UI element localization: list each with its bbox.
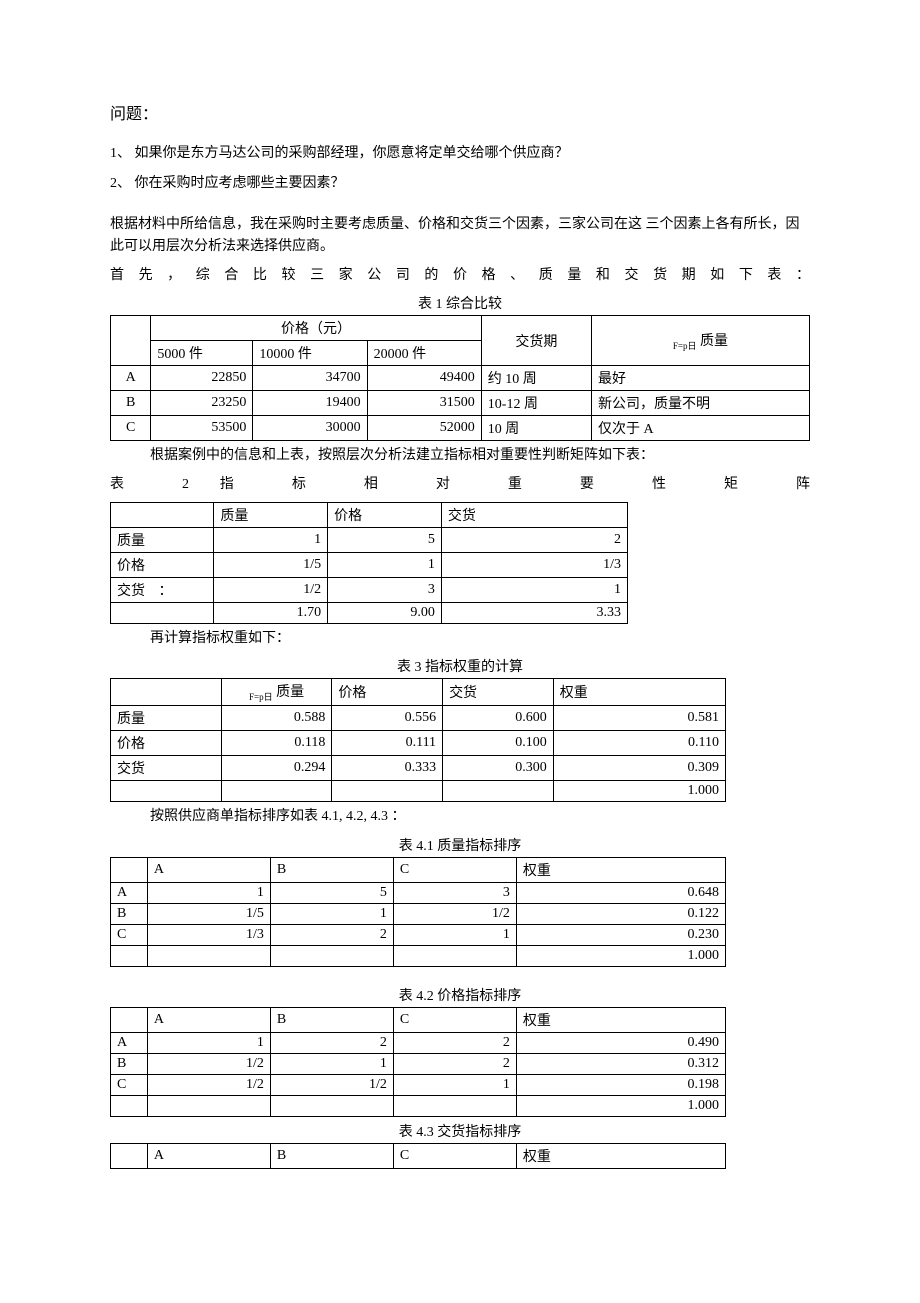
table-row: 价格 1/5 1 1/3 (111, 552, 628, 577)
table2-intro: 根据案例中的信息和上表，按照层次分析法建立指标相对重要性判断矩阵如下表： (110, 445, 810, 467)
table-row: B 1/5 1 1/2 0.122 (111, 903, 726, 924)
table-4-2: A B C 权重 A 1 2 2 0.490 B 1/2 1 2 0.312 C… (110, 1007, 726, 1117)
question-2: 2、 你在采购时应考虑哪些主要因素？ (110, 172, 810, 192)
table-1: 价格（元） 交货期 F=p日 质量 5000 件 10000 件 20000 件… (110, 315, 810, 441)
table3-caption: 表 3 指标权重的计算 (110, 656, 810, 676)
table42-caption: 表 4.2 价格指标排序 (110, 985, 810, 1005)
table1-caption: 表 1 综合比较 (110, 293, 810, 313)
table-row: 交货 0.294 0.333 0.300 0.309 (111, 756, 726, 781)
heading: 问题： (110, 100, 810, 124)
table-row: C 1/3 2 1 0.230 (111, 924, 726, 945)
table3-intro: 再计算指标权重如下： (110, 628, 810, 650)
col-quality: F=p日 质量 (591, 316, 809, 366)
col-10000: 10000 件 (253, 341, 367, 366)
table-row: A 22850 34700 49400 约 10 周 最好 (111, 366, 810, 391)
table-row: 质量 0.588 0.556 0.600 0.581 (111, 706, 726, 731)
col-5000: 5000 件 (151, 341, 253, 366)
table-3: F=p日 质量 价格 交货 权重 质量 0.588 0.556 0.600 0.… (110, 678, 726, 802)
table41-caption: 表 4.1 质量指标排序 (110, 835, 810, 855)
table-row: C 53500 30000 52000 10 周 仅次于 A (111, 416, 810, 441)
intro-paragraph-2: 首 先 ， 综 合 比 较 三 家 公 司 的 价 格 、 质 量 和 交 货 … (110, 265, 810, 287)
table2-title: 表 2 指 标 相 对 重 要 性 矩 阵 (110, 474, 810, 496)
table-row: A 1 2 2 0.490 (111, 1032, 726, 1053)
col-quality: F=p日 质量 (221, 679, 332, 706)
table-4-3: A B C 权重 (110, 1143, 726, 1169)
col-price: 价格（元） (151, 316, 481, 341)
table-row: 交货 1/2 3 1 (111, 577, 628, 602)
intro-paragraph-1: 根据材料中所给信息，我在采购时主要考虑质量、价格和交货三个因素，三家公司在这 三… (110, 214, 810, 259)
col-20000: 20000 件 (367, 341, 481, 366)
table-row: B 23250 19400 31500 10-12 周 新公司，质量不明 (111, 391, 810, 416)
question-list: 1、 如果你是东方马达公司的采购部经理，你愿意将定单交给哪个供应商？ 2、 你在… (110, 142, 810, 192)
table-row: 1.70 9.00 3.33 (111, 602, 628, 623)
table-row: 1.000 (111, 945, 726, 966)
table-row: 质量 1 5 2 (111, 527, 628, 552)
table-row: 1.000 (111, 1095, 726, 1116)
table-row: C 1/2 1/2 1 0.198 (111, 1074, 726, 1095)
col-delivery: 交货期 (481, 316, 591, 366)
table4-intro: 按照供应商单指标排序如表 4.1, 4.2, 4.3 ： (110, 806, 810, 828)
table-row: A 1 5 3 0.648 (111, 882, 726, 903)
table-2: 质量 价格 交货 质量 1 5 2 价格 1/5 1 1/3 交货 1/2 3 … (110, 502, 628, 624)
table43-caption: 表 4.3 交货指标排序 (110, 1121, 810, 1141)
table-row: 1.000 (111, 781, 726, 802)
question-1: 1、 如果你是东方马达公司的采购部经理，你愿意将定单交给哪个供应商？ (110, 142, 810, 162)
table-row: B 1/2 1 2 0.312 (111, 1053, 726, 1074)
table-row: 价格 0.118 0.111 0.100 0.110 (111, 731, 726, 756)
table-4-1: A B C 权重 A 1 5 3 0.648 B 1/5 1 1/2 0.122… (110, 857, 726, 967)
